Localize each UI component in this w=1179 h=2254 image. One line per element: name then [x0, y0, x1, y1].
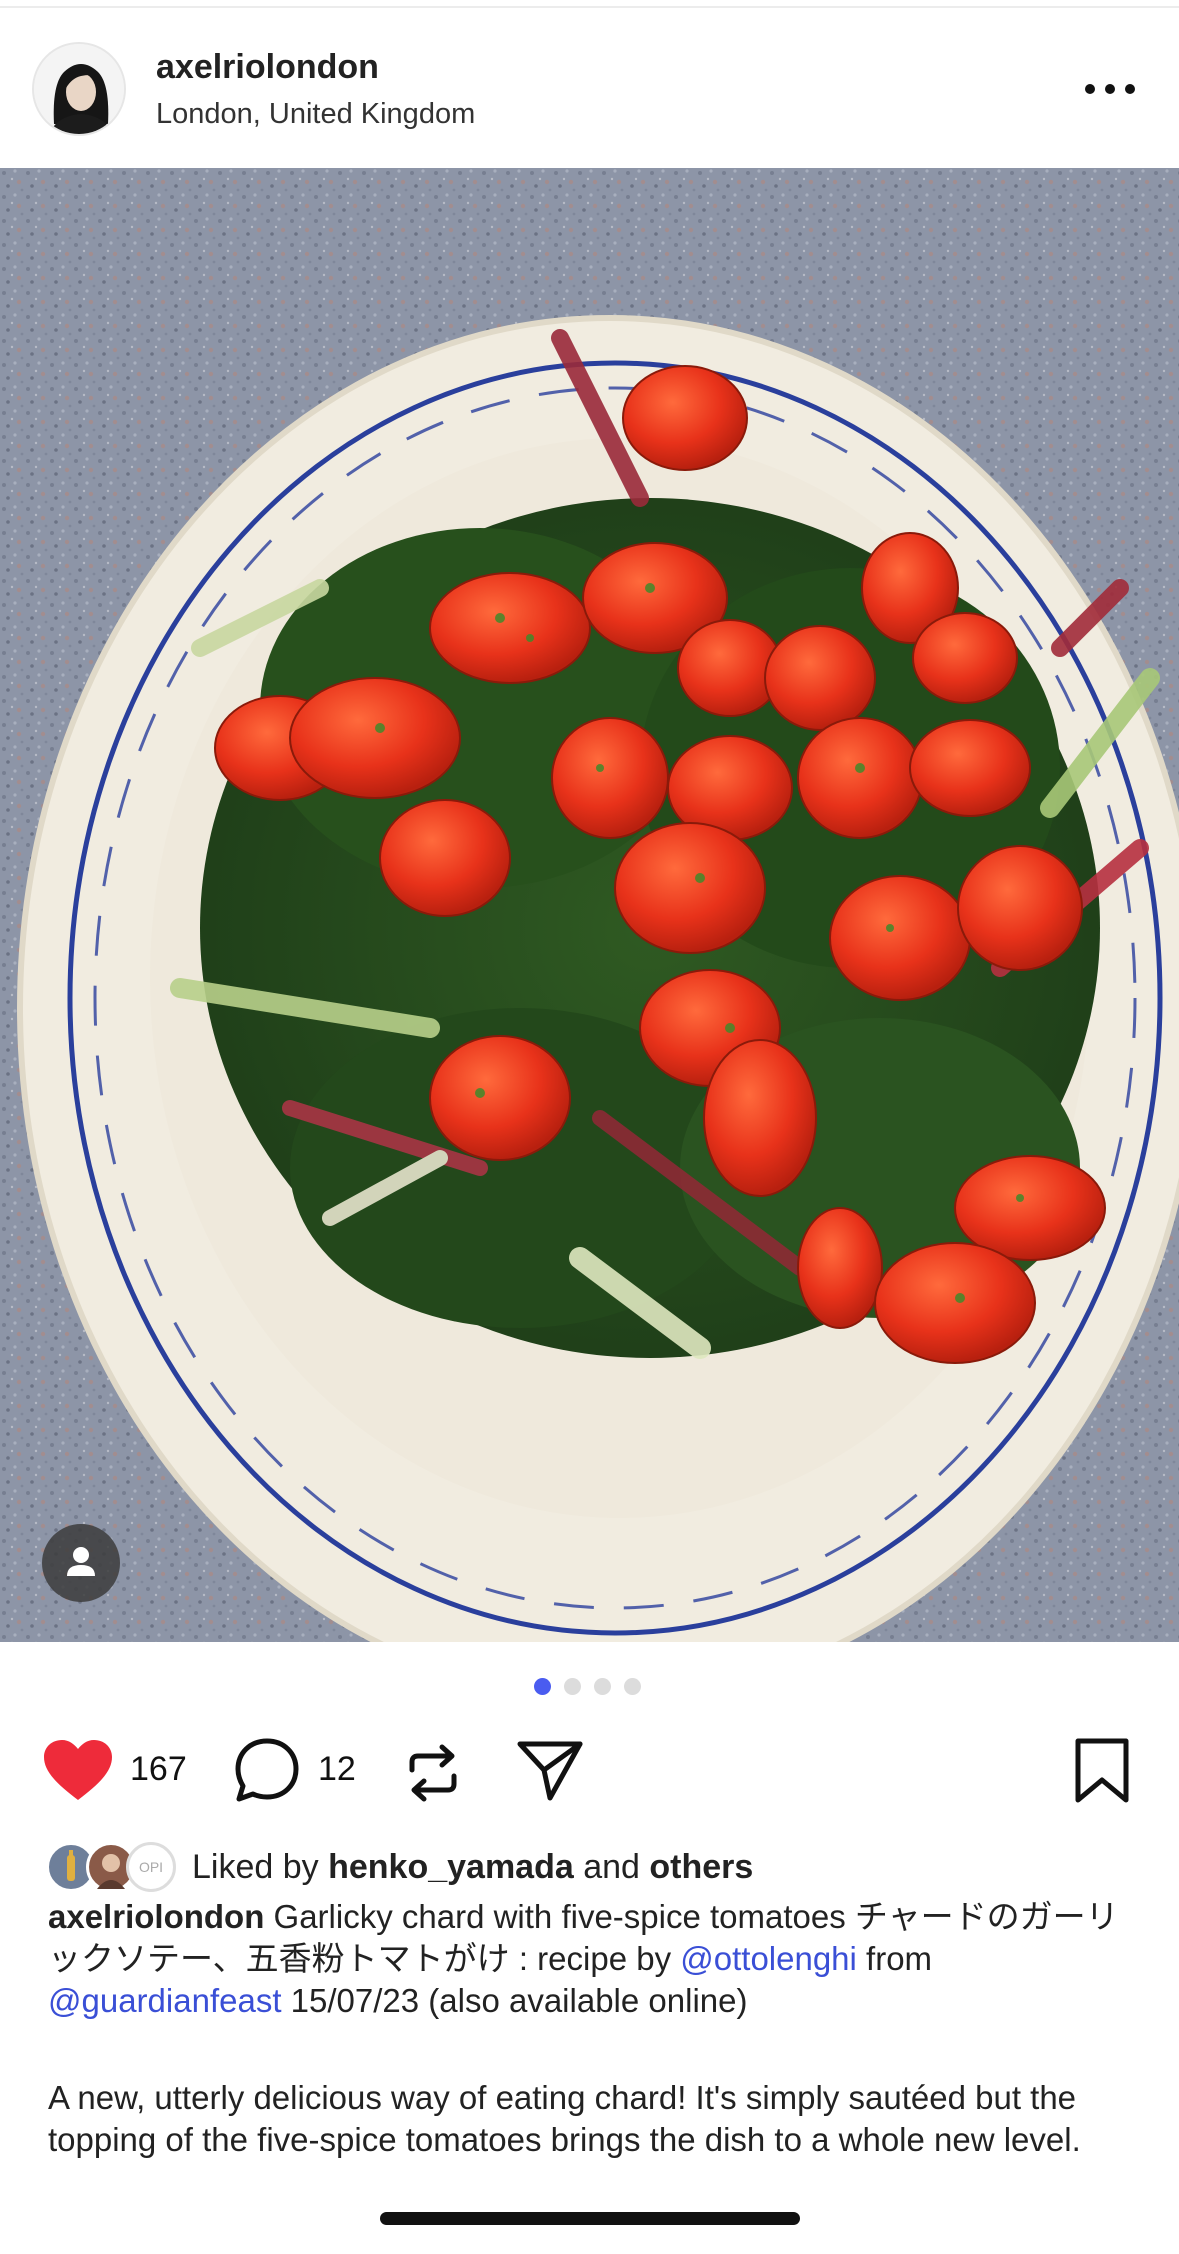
- pagination-dot-3: [594, 1678, 611, 1695]
- post-username[interactable]: axelriolondon: [156, 48, 379, 87]
- repost-icon[interactable]: [400, 1740, 466, 1806]
- tagged-people-button[interactable]: [42, 1524, 120, 1602]
- comment-icon[interactable]: [232, 1736, 302, 1806]
- bookmark-icon[interactable]: [1072, 1736, 1132, 1806]
- liked-by-prefix: Liked by: [192, 1848, 319, 1886]
- post-location[interactable]: London, United Kingdom: [156, 98, 475, 131]
- liked-by-row[interactable]: OPI Liked by henko_yamada and others: [46, 1840, 1146, 1896]
- heart-icon[interactable]: [42, 1738, 114, 1804]
- mention-ottolenghi[interactable]: @ottolenghi: [680, 1940, 857, 1977]
- caption-text-3: 15/07/23 (also available online): [281, 1982, 748, 2019]
- pagination-dot-4: [624, 1678, 641, 1695]
- liked-by-and: and: [583, 1848, 640, 1886]
- pagination-dot-1: [534, 1678, 551, 1695]
- like-count[interactable]: 167: [130, 1750, 187, 1789]
- post-caption: axelriolondon Garlicky chard with five-s…: [48, 1896, 1148, 2022]
- caption-text-2: from: [856, 1940, 933, 1977]
- post-photo[interactable]: [0, 168, 1179, 1642]
- avatar[interactable]: [32, 42, 126, 136]
- caption-username[interactable]: axelriolondon: [48, 1898, 264, 1935]
- more-options-icon[interactable]: [1080, 74, 1140, 104]
- post-header: axelriolondon London, United Kingdom: [0, 12, 1179, 168]
- liker-avatar-3[interactable]: OPI: [126, 1842, 176, 1892]
- liked-by-text[interactable]: Liked by henko_yamada and others: [192, 1848, 753, 1887]
- share-icon[interactable]: [516, 1738, 586, 1804]
- pagination-dot-2: [564, 1678, 581, 1695]
- top-divider: [0, 6, 1179, 8]
- liked-by-user[interactable]: henko_yamada: [328, 1848, 574, 1886]
- mention-guardianfeast[interactable]: @guardianfeast: [48, 1982, 281, 2019]
- liked-by-others[interactable]: others: [649, 1848, 753, 1886]
- home-indicator[interactable]: [380, 2212, 800, 2225]
- post-description: A new, utterly delicious way of eating c…: [48, 2079, 1081, 2158]
- comment-count[interactable]: 12: [318, 1750, 356, 1789]
- action-bar: 167 12: [0, 1728, 1179, 1808]
